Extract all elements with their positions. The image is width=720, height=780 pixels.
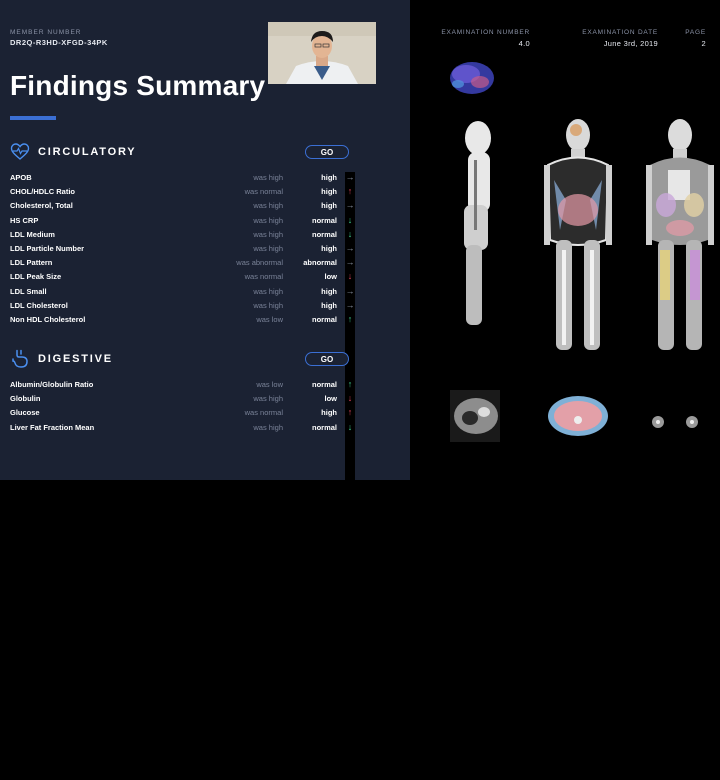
section-title-digestive: DIGESTIVE	[38, 353, 113, 365]
finding-name: LDL Particle Number	[10, 243, 85, 253]
finding-name: Cholesterol, Total	[10, 201, 73, 211]
finding-row[interactable]: Non HDL Cholesterol was low normal ↑	[10, 313, 355, 329]
finding-row[interactable]: CHOL/HDLC Ratio was normal high ↑	[10, 186, 355, 201]
trend-down-arrow-icon: ↓	[347, 393, 353, 404]
heart-pulse-icon	[10, 143, 30, 160]
section-title-circulatory: CIRCULATORY	[38, 146, 137, 158]
previous-status: was high	[253, 201, 283, 211]
trend-up-arrow-icon: ↑	[347, 313, 353, 324]
app-screen: MEMBER NUMBER DR2Q-R3HD-XFGD-34PK Findin…	[0, 0, 720, 780]
finding-row[interactable]: Globulin was high low ↓	[10, 393, 355, 408]
previous-status: was abnormal	[236, 258, 283, 268]
finding-row[interactable]: Liver Fat Fraction Mean was high normal ↓	[10, 421, 355, 437]
member-number-value: DR2Q-R3HD-XFGD-34PK	[10, 38, 108, 47]
finding-name: CHOL/HDLC Ratio	[10, 187, 75, 197]
finding-name: LDL Medium	[10, 229, 55, 239]
section-header-circulatory: CIRCULATORY	[10, 142, 136, 162]
current-status: high	[321, 173, 337, 182]
current-status: high	[321, 187, 337, 197]
page-title: Findings Summary	[10, 70, 266, 101]
current-status: low	[324, 272, 338, 282]
trend-down-arrow-icon: ↓	[347, 271, 353, 282]
go-button-circulatory[interactable]: GO	[305, 145, 349, 159]
finding-row[interactable]: Albumin/Globulin Ratio was low normal ↑	[10, 379, 355, 394]
previous-status: was high	[253, 286, 283, 296]
finding-name: Albumin/Globulin Ratio	[10, 380, 94, 389]
axial-abdomen-slice[interactable]	[548, 396, 608, 436]
previous-status: was high	[253, 173, 283, 182]
section-header-digestive: DIGESTIVE	[10, 349, 113, 369]
finding-row[interactable]: HS CRP was high normal ↓	[10, 214, 355, 230]
current-status: normal	[311, 215, 337, 225]
previous-status: was low	[256, 314, 283, 324]
mri-scans	[450, 62, 714, 442]
findings-panel: MEMBER NUMBER DR2Q-R3HD-XFGD-34PK Findin…	[0, 0, 410, 780]
previous-status: was normal	[244, 408, 283, 418]
finding-name: LDL Pattern	[10, 258, 53, 268]
previous-status: was high	[253, 243, 283, 253]
trend-up-arrow-icon: ↑	[347, 186, 353, 197]
trend-up-arrow-icon: ↑	[347, 407, 353, 418]
trend-down-arrow-icon: ↓	[347, 214, 353, 225]
finding-row[interactable]: LDL Pattern was abnormal abnormal →	[10, 257, 355, 738]
trend-down-arrow-icon: ↓	[347, 421, 353, 432]
previous-status: was high	[253, 300, 283, 310]
sagittal-body-scan[interactable]	[464, 121, 491, 325]
current-status: normal	[311, 380, 337, 389]
finding-name: Non HDL Cholesterol	[10, 314, 86, 324]
digestive-list: Albumin/Globulin Ratio was low normal ↑ Glob…	[10, 379, 355, 437]
finding-name: APOB	[10, 173, 32, 182]
finding-row[interactable]: Cholesterol, Total was high high →	[10, 200, 355, 681]
current-status: normal	[311, 422, 337, 432]
previous-status: was high	[253, 215, 283, 225]
finding-name: Liver Fat Fraction Mean	[10, 422, 95, 432]
go-button-digestive[interactable]: GO	[305, 352, 349, 366]
axial-thigh-slice[interactable]	[652, 416, 698, 428]
finding-row[interactable]: APOB was high high →	[10, 172, 355, 652]
current-status: low	[324, 394, 338, 404]
previous-status: was high	[253, 229, 283, 239]
current-status: high	[321, 201, 337, 211]
finding-row[interactable]: LDL Small was high high →	[10, 285, 355, 766]
video-call-thumbnail[interactable]	[268, 22, 376, 84]
finding-row[interactable]: Glucose was normal high ↑	[10, 407, 355, 422]
current-status: high	[321, 300, 337, 310]
trend-flat-arrow-icon: →	[345, 299, 355, 780]
current-status: high	[321, 408, 337, 418]
previous-status: was normal	[244, 272, 283, 282]
previous-status: was low	[256, 380, 283, 389]
stomach-icon	[12, 349, 28, 368]
finding-row[interactable]: LDL Cholesterol was high high →	[10, 299, 355, 780]
current-status: high	[321, 243, 337, 253]
finding-name: Glucose	[10, 408, 40, 418]
circulatory-list: APOB was high high → CHOL/HDLC Ratio was norm…	[10, 172, 355, 780]
finding-name: Globulin	[10, 394, 41, 404]
member-number-label: MEMBER NUMBER	[10, 29, 82, 36]
finding-row[interactable]: LDL Particle Number was high high →	[10, 242, 355, 723]
title-underline	[10, 116, 56, 120]
current-status: normal	[311, 229, 337, 239]
finding-name: LDL Small	[10, 286, 47, 296]
scan-viewer: EXAMINATION NUMBER 4.0 EXAMINATION DATE …	[410, 0, 720, 480]
finding-name: LDL Peak Size	[10, 272, 62, 282]
previous-status: was normal	[244, 187, 283, 197]
current-status: abnormal	[303, 258, 337, 268]
previous-status: was high	[253, 394, 283, 404]
brain-scan-image[interactable]	[450, 62, 494, 94]
finding-row[interactable]: LDL Medium was high normal ↓	[10, 228, 355, 244]
participant-video	[268, 22, 376, 84]
current-status: high	[321, 286, 337, 296]
finding-name: LDL Cholesterol	[10, 300, 68, 310]
trend-down-arrow-icon: ↓	[347, 228, 353, 239]
coronal-body-scan-organs[interactable]	[646, 119, 714, 350]
finding-name: HS CRP	[10, 215, 39, 225]
trend-up-arrow-icon: ↑	[347, 379, 353, 389]
axial-chest-slice[interactable]	[450, 390, 500, 442]
finding-row[interactable]: LDL Peak Size was normal low ↓	[10, 271, 355, 286]
coronal-body-scan-bones[interactable]	[544, 119, 612, 350]
previous-status: was high	[253, 422, 283, 432]
current-status: normal	[311, 314, 337, 324]
